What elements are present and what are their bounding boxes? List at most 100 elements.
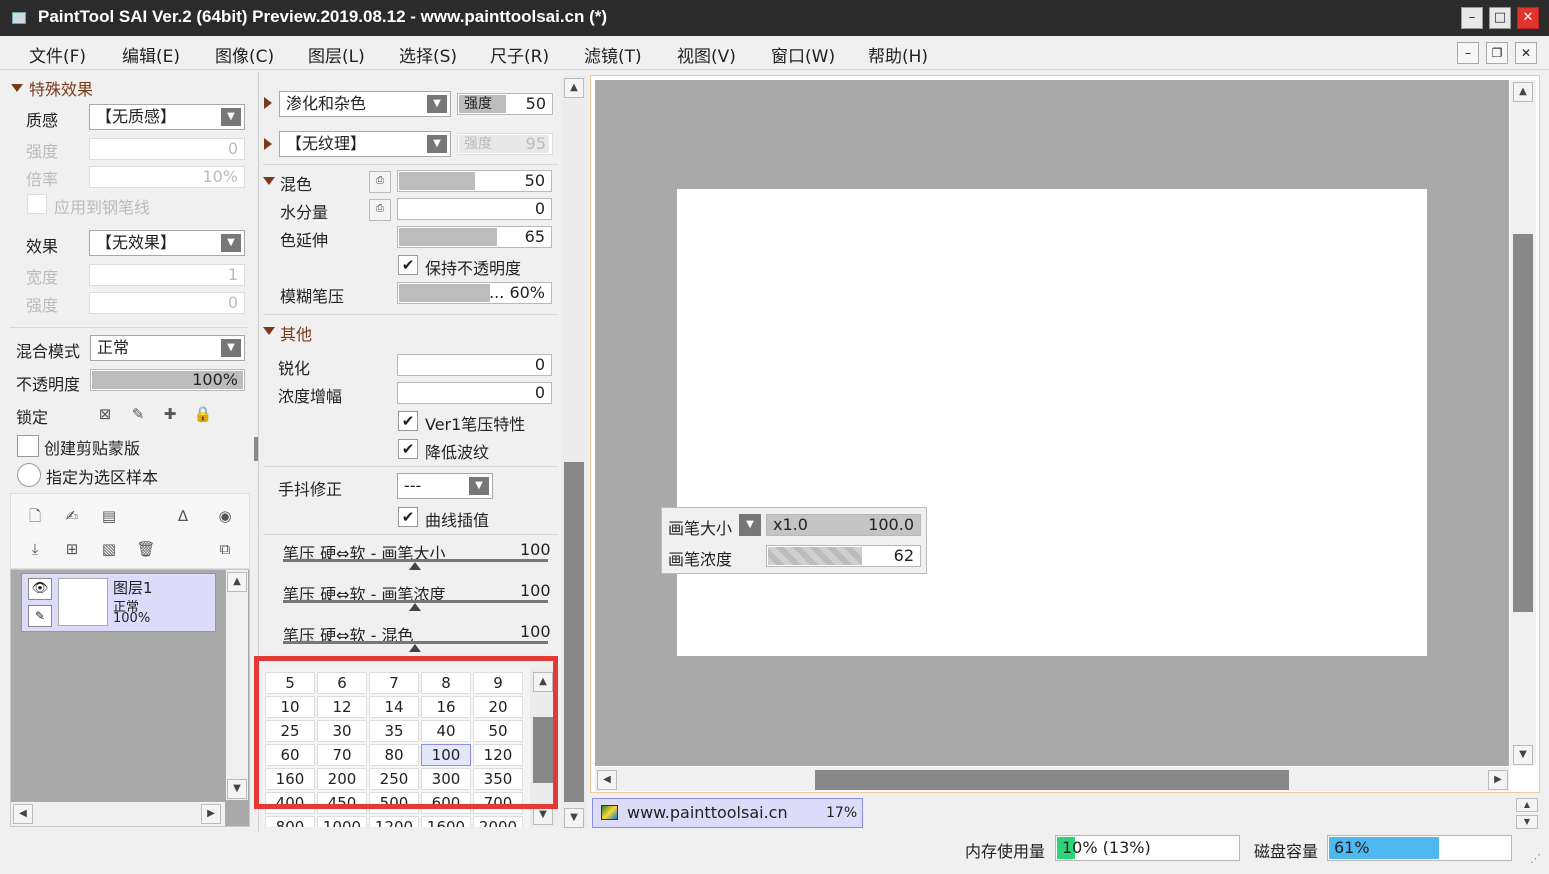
size-cell-1000[interactable]: 1000 (317, 816, 367, 827)
size-cell-450[interactable]: 450 (317, 792, 367, 814)
size-cell-100[interactable]: 100 (421, 744, 471, 766)
size-cell-50[interactable]: 50 (473, 720, 523, 742)
canvas-hscroll-thumb[interactable] (815, 770, 1289, 790)
stabilizer-select[interactable]: --- ▼ (397, 473, 493, 499)
scroll-up-icon[interactable]: ▲ (533, 672, 553, 692)
size-cell-250[interactable]: 250 (369, 768, 419, 790)
size-cell-2000[interactable]: 2000 (473, 816, 523, 827)
minimize-button[interactable]: – (1461, 7, 1483, 29)
size-cell-9[interactable]: 9 (473, 672, 523, 694)
collapse-arrow-icon[interactable] (263, 327, 275, 335)
size-cell-350[interactable]: 350 (473, 768, 523, 790)
expand-arrow-icon[interactable] (264, 97, 272, 109)
size-cell-20[interactable]: 20 (473, 696, 523, 718)
scroll-up-icon[interactable]: ▲ (1516, 798, 1538, 812)
pencil-icon[interactable]: ✎ (28, 605, 52, 627)
sharpen-slider[interactable]: 0 (397, 354, 552, 376)
mix-slider[interactable]: 50 (397, 170, 552, 192)
add-layer-icon[interactable]: ⊞ (60, 537, 84, 561)
merge-down-icon[interactable]: ⤓ (23, 537, 47, 561)
size-cell-600[interactable]: 600 (421, 792, 471, 814)
layer-scrollbar[interactable] (226, 570, 248, 800)
scroll-left-icon[interactable]: ◀ (13, 804, 33, 824)
scroll-down-icon[interactable]: ▼ (564, 808, 584, 828)
lock-transparency-icon[interactable]: ⊠ (93, 402, 117, 426)
size-cell-40[interactable]: 40 (421, 720, 471, 742)
size-cell-6[interactable]: 6 (317, 672, 367, 694)
size-cell-160[interactable]: 160 (265, 768, 315, 790)
layer-hscrollbar[interactable] (11, 802, 225, 826)
size-cell-120[interactable]: 120 (473, 744, 523, 766)
size-cell-5[interactable]: 5 (265, 672, 315, 694)
canvas-vscroll-thumb[interactable] (1513, 234, 1533, 612)
size-cell-1200[interactable]: 1200 (369, 816, 419, 827)
new-linework-layer-icon[interactable]: ✍ (60, 504, 84, 528)
size-cell-500[interactable]: 500 (369, 792, 419, 814)
size-cell-8[interactable]: 8 (421, 672, 471, 694)
size-cell-14[interactable]: 14 (369, 696, 419, 718)
texture-select[interactable]: 【无质感】 ▼ (89, 104, 245, 130)
menu-edit[interactable]: 编辑(E) (122, 42, 180, 67)
scroll-up-icon[interactable]: ▲ (1513, 82, 1533, 102)
new-layer-icon[interactable]: 🗋 (23, 504, 47, 528)
blur-pressure-slider[interactable]: ... 60% (397, 282, 552, 304)
size-cell-200[interactable]: 200 (317, 768, 367, 790)
layer-mask-icon[interactable]: ◉ (213, 504, 237, 528)
size-cell-300[interactable]: 300 (421, 768, 471, 790)
slider-thumb-icon[interactable] (409, 644, 421, 652)
size-cell-30[interactable]: 30 (317, 720, 367, 742)
clear-layer-icon[interactable]: ▧ (97, 537, 121, 561)
doc-restore-button[interactable]: ❐ (1486, 42, 1508, 64)
effect-select[interactable]: 【无效果】 ▼ (89, 230, 245, 256)
lock-all-icon[interactable]: 🔒 (191, 402, 215, 426)
curve-checkbox[interactable]: ✔ (398, 507, 418, 527)
stretch-slider[interactable]: 65 (397, 226, 552, 248)
ripple-checkbox[interactable]: ✔ (398, 439, 418, 459)
expand-arrow-icon[interactable] (264, 138, 272, 150)
clip-mask-checkbox[interactable] (17, 435, 39, 457)
size-cell-800[interactable]: 800 (265, 816, 315, 827)
ver1-checkbox[interactable]: ✔ (398, 411, 418, 431)
density-slider[interactable]: 0 (397, 382, 552, 404)
menu-filter[interactable]: 滤镜(T) (584, 42, 642, 67)
lock-move-icon[interactable]: ✚ (158, 402, 182, 426)
brush-panel-scroll-thumb[interactable] (564, 462, 584, 802)
scroll-right-icon[interactable]: ▶ (201, 804, 221, 824)
brush-texture-select[interactable]: 渗化和杂色 ▼ (279, 91, 451, 117)
size-cell-25[interactable]: 25 (265, 720, 315, 742)
overlay-density-slider[interactable]: 62 (766, 545, 921, 567)
slider-thumb-icon[interactable] (409, 603, 421, 611)
scroll-down-icon[interactable]: ▼ (227, 779, 247, 799)
chevron-down-icon[interactable]: ▼ (739, 514, 761, 536)
scroll-up-icon[interactable]: ▲ (227, 572, 247, 592)
maximize-button[interactable]: □ (1489, 7, 1511, 29)
eye-icon[interactable]: 👁 (28, 578, 52, 600)
scroll-up-icon[interactable]: ▲ (564, 78, 584, 98)
merge-visible-icon[interactable]: ⧉ (213, 537, 237, 561)
opacity-slider[interactable]: 100% (90, 369, 245, 391)
pressure-mix-icon[interactable]: ⎙ (369, 171, 391, 193)
doc-minimize-button[interactable]: – (1457, 42, 1479, 64)
selection-sample-radio[interactable] (17, 463, 41, 487)
size-grid-scroll-thumb[interactable] (533, 717, 553, 783)
size-cell-10[interactable]: 10 (265, 696, 315, 718)
size-cell-70[interactable]: 70 (317, 744, 367, 766)
size-cell-80[interactable]: 80 (369, 744, 419, 766)
menu-file[interactable]: 文件(F) (29, 42, 86, 67)
layer-effect-icon[interactable]: ∆ (171, 504, 195, 528)
scroll-left-icon[interactable]: ◀ (597, 770, 617, 790)
resize-grip-icon[interactable]: ⋰ (1530, 852, 1544, 866)
new-folder-icon[interactable]: ▤ (97, 504, 121, 528)
brush-pattern-select[interactable]: 【无纹理】 ▼ (279, 131, 451, 157)
menu-help[interactable]: 帮助(H) (868, 42, 928, 67)
scroll-down-icon[interactable]: ▼ (533, 805, 553, 825)
trash-icon[interactable]: 🗑 (134, 537, 158, 561)
texture-strength-slider[interactable]: 强度 50 (457, 93, 553, 115)
menu-image[interactable]: 图像(C) (215, 42, 274, 67)
menu-view[interactable]: 视图(V) (677, 42, 736, 67)
menu-ruler[interactable]: 尺子(R) (490, 42, 549, 67)
lock-draw-icon[interactable]: ✎ (126, 402, 150, 426)
size-cell-12[interactable]: 12 (317, 696, 367, 718)
size-cell-400[interactable]: 400 (265, 792, 315, 814)
doc-close-button[interactable]: ✕ (1515, 42, 1537, 64)
